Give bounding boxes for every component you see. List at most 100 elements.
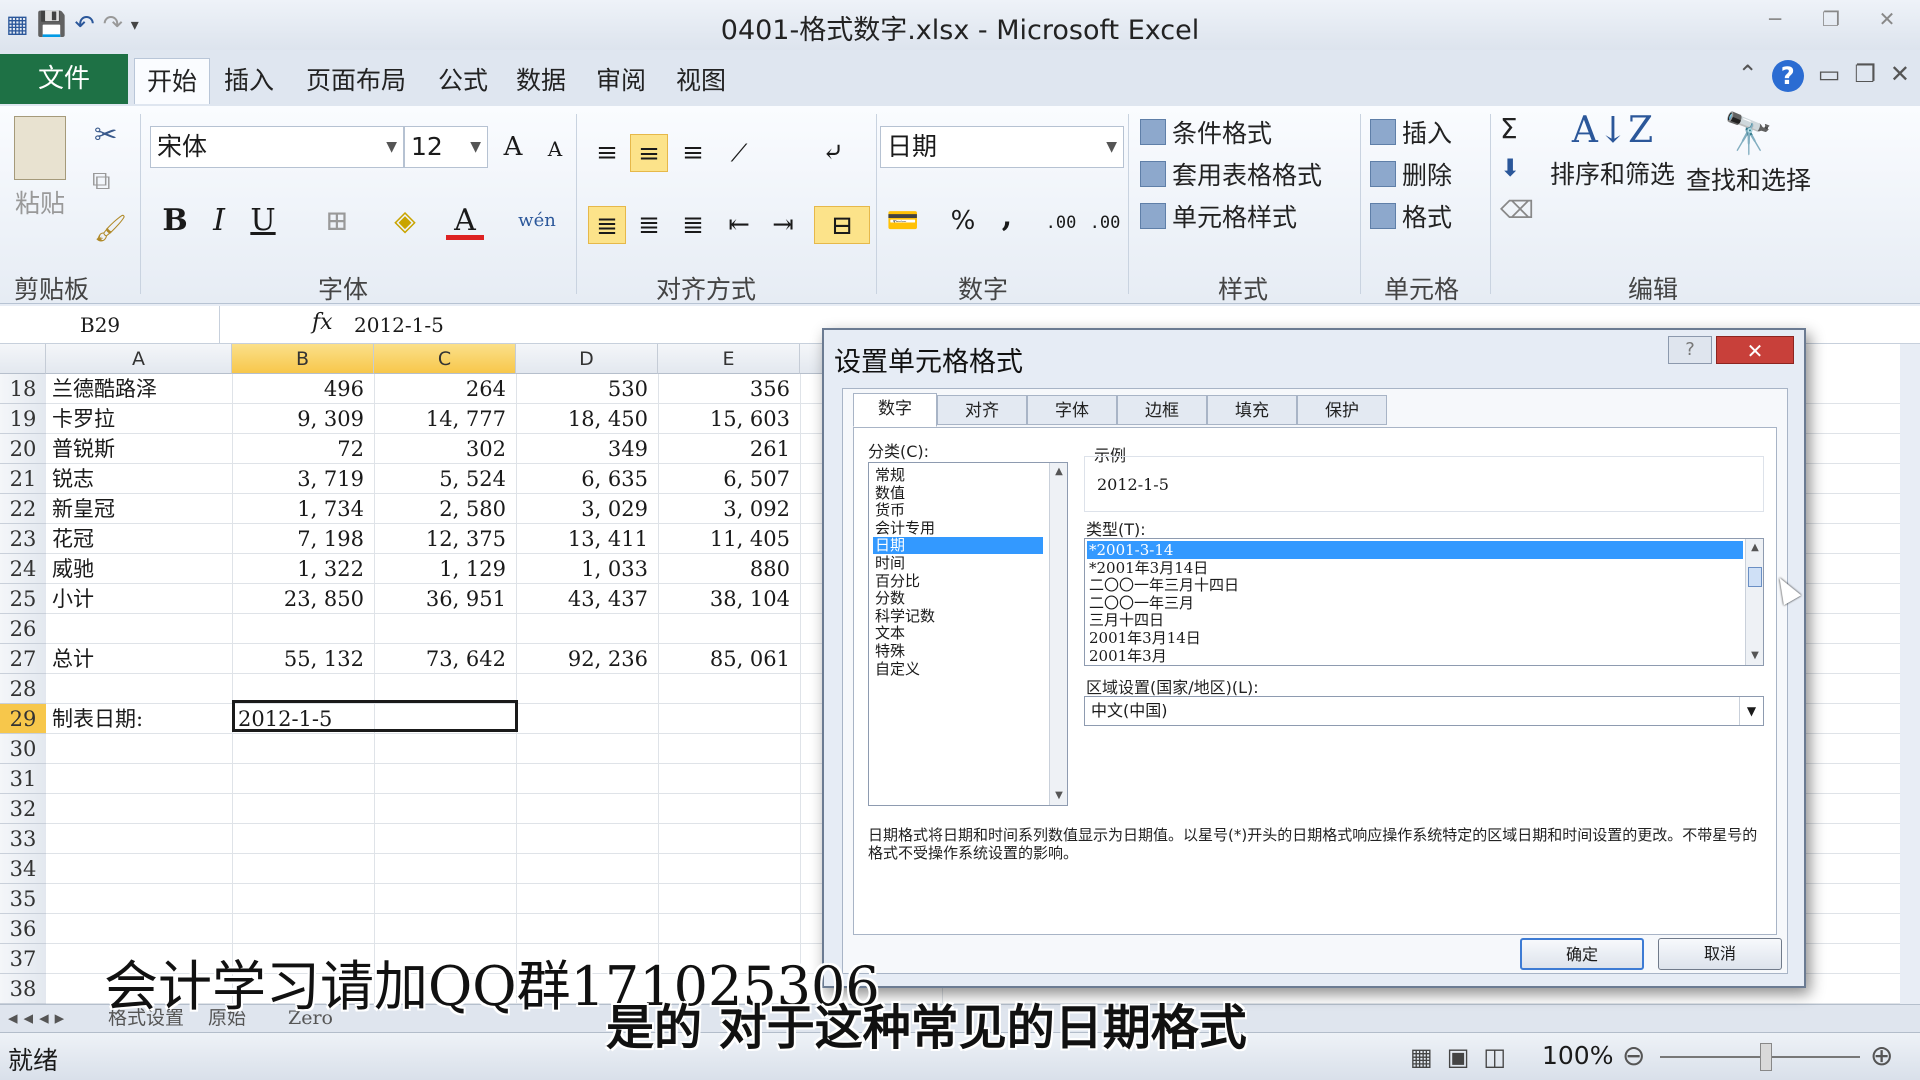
cell-d29[interactable] [516, 704, 658, 734]
tab-home[interactable]: 开始 [134, 58, 211, 104]
close-window-button[interactable]: ✕ [1862, 4, 1912, 34]
cell-a32[interactable] [46, 794, 232, 824]
column-header-c[interactable]: C [374, 344, 516, 374]
cell-e24[interactable]: 880 [658, 554, 800, 584]
cell-e29[interactable] [658, 704, 800, 734]
formula-input[interactable]: 2012-1-5 [354, 306, 444, 344]
category-item[interactable]: 时间 [873, 555, 1043, 572]
category-item[interactable]: 会计专用 [873, 519, 1043, 537]
row-header[interactable]: 27 [0, 644, 46, 674]
align-center-icon[interactable]: ≣ [630, 206, 668, 244]
doc-restore-icon[interactable]: ❐ [1854, 60, 1876, 92]
cell-e36[interactable] [658, 914, 800, 944]
insert-cells-button[interactable]: 插入 [1370, 114, 1452, 150]
italic-button[interactable]: I [200, 202, 238, 240]
phonetic-button[interactable]: wén [518, 202, 556, 240]
zoom-in-icon[interactable]: ⊕ [1870, 1039, 1893, 1072]
fill-icon[interactable]: ⬇ [1500, 154, 1520, 182]
category-item[interactable]: 日期 [873, 537, 1043, 555]
borders-icon[interactable]: ⊞ [318, 202, 356, 240]
fill-color-icon[interactable]: ◈ [386, 202, 424, 240]
cell-c24[interactable]: 1, 129 [374, 554, 516, 584]
tab-page-layout[interactable]: 页面布局 [294, 58, 418, 104]
cell-d23[interactable]: 13, 411 [516, 524, 658, 554]
cell-d18[interactable]: 530 [516, 374, 658, 404]
cell-b19[interactable]: 9, 309 [232, 404, 374, 434]
cell-d36[interactable] [516, 914, 658, 944]
cell-c27[interactable]: 73, 642 [374, 644, 516, 674]
currency-icon[interactable]: 💳 [884, 202, 922, 240]
cell-c23[interactable]: 12, 375 [374, 524, 516, 554]
bold-button[interactable]: B [156, 202, 194, 240]
row-header[interactable]: 22 [0, 494, 46, 524]
cell-d27[interactable]: 92, 236 [516, 644, 658, 674]
cell-d28[interactable] [516, 674, 658, 704]
row-header[interactable]: 20 [0, 434, 46, 464]
cell-c35[interactable] [374, 884, 516, 914]
decrease-decimal-button[interactable]: .00 [1086, 204, 1124, 242]
cell-e30[interactable] [658, 734, 800, 764]
row-header[interactable]: 35 [0, 884, 46, 914]
dialog-tab-number[interactable]: 数字 [853, 393, 937, 427]
scroll-up-icon[interactable]: ▲ [1050, 463, 1068, 481]
cell-a19[interactable]: 卡罗拉 [46, 404, 232, 434]
cell-c21[interactable]: 5, 524 [374, 464, 516, 494]
category-item[interactable]: 分数 [873, 590, 1043, 607]
cell-c20[interactable]: 302 [374, 434, 516, 464]
increase-decimal-button[interactable]: .00 [1042, 204, 1080, 242]
row-header[interactable]: 18 [0, 374, 46, 404]
cell-b27[interactable]: 55, 132 [232, 644, 374, 674]
category-item[interactable]: 特殊 [873, 643, 1043, 660]
cell-b36[interactable] [232, 914, 374, 944]
row-header[interactable]: 19 [0, 404, 46, 434]
cell-b24[interactable]: 1, 322 [232, 554, 374, 584]
row-header[interactable]: 36 [0, 914, 46, 944]
autosum-button[interactable]: Σ [1500, 112, 1518, 145]
cell-c26[interactable] [374, 614, 516, 644]
cell-d20[interactable]: 349 [516, 434, 658, 464]
cell-e32[interactable] [658, 794, 800, 824]
ok-button[interactable]: 确定 [1520, 938, 1644, 970]
orientation-icon[interactable]: ⟋ [720, 134, 758, 172]
category-item[interactable]: 科学记数 [873, 607, 1043, 625]
tab-view[interactable]: 视图 [664, 58, 738, 104]
page-layout-view-icon[interactable]: ▣ [1447, 1043, 1470, 1071]
category-item[interactable]: 数值 [873, 484, 1043, 502]
align-middle-icon[interactable]: ≡ [630, 134, 668, 172]
cell-e20[interactable]: 261 [658, 434, 800, 464]
find-select-button[interactable]: 🔭 查找和选择 [1686, 110, 1811, 197]
type-item[interactable]: *2001年3月14日 [1087, 559, 1743, 577]
percent-button[interactable]: % [944, 202, 982, 240]
cell-d25[interactable]: 43, 437 [516, 584, 658, 614]
minimize-button[interactable]: ─ [1750, 4, 1800, 34]
cell-a29[interactable]: 制表日期: [46, 704, 232, 734]
cell-e31[interactable] [658, 764, 800, 794]
column-header-e[interactable]: E [658, 344, 800, 374]
align-right-icon[interactable]: ≣ [674, 206, 712, 244]
cell-d21[interactable]: 6, 635 [516, 464, 658, 494]
cell-c36[interactable] [374, 914, 516, 944]
cell-e28[interactable] [658, 674, 800, 704]
cell-b33[interactable] [232, 824, 374, 854]
row-header[interactable]: 24 [0, 554, 46, 584]
cell-a25[interactable]: 小计 [46, 584, 232, 614]
type-list[interactable]: *2001-3-14 *2001年3月14日 二〇〇一年三月十四日 二〇〇一年三月 三月… [1084, 538, 1764, 666]
row-header[interactable]: 23 [0, 524, 46, 554]
type-item[interactable]: *2001-3-14 [1087, 541, 1743, 559]
tab-data[interactable]: 数据 [504, 58, 578, 104]
cell-e23[interactable]: 11, 405 [658, 524, 800, 554]
cell-c25[interactable]: 36, 951 [374, 584, 516, 614]
cell-a35[interactable] [46, 884, 232, 914]
cell-e19[interactable]: 15, 603 [658, 404, 800, 434]
number-format-combo[interactable]: 日期 ▼ [880, 126, 1124, 168]
cell-e26[interactable] [658, 614, 800, 644]
doc-minimize-icon[interactable]: ▭ [1818, 60, 1841, 92]
dialog-tab-border[interactable]: 边框 [1117, 395, 1207, 425]
row-header[interactable]: 21 [0, 464, 46, 494]
cell-a31[interactable] [46, 764, 232, 794]
tab-formulas[interactable]: 公式 [426, 58, 500, 104]
font-size-combo[interactable]: 12 ▼ [404, 126, 488, 168]
collapse-ribbon-icon[interactable]: ⌃ [1738, 60, 1758, 92]
category-item[interactable]: 常规 [873, 467, 1043, 484]
row-header[interactable]: 25 [0, 584, 46, 614]
